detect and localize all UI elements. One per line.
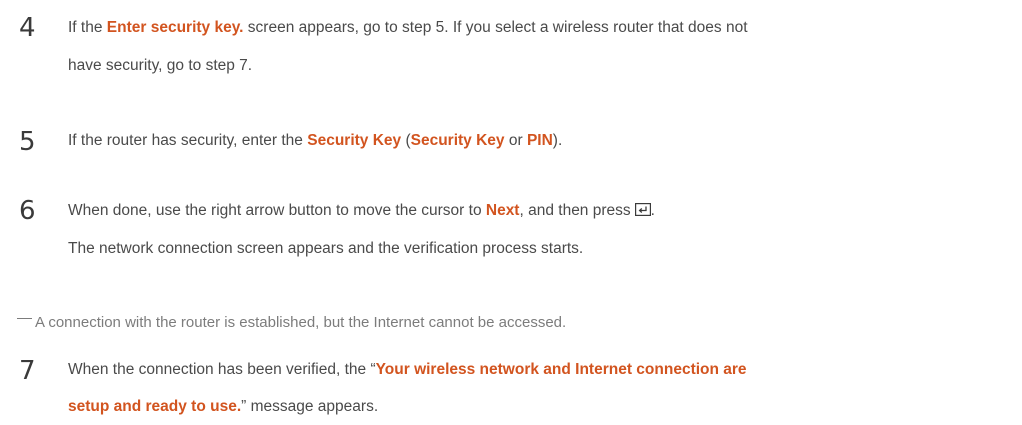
highlight-term: Next xyxy=(485,202,520,219)
note-text: A connection with the router is establis… xyxy=(35,314,567,331)
step-text-line: If the router has security, enter the Se… xyxy=(68,131,562,151)
step-text-line: If the Enter security key. screen appear… xyxy=(68,18,748,38)
text-run: . xyxy=(650,202,655,219)
text-run: screen appears, go to step 5. If you sel… xyxy=(243,19,748,36)
note: A connection with the router is establis… xyxy=(17,313,566,333)
highlight-term: Enter security key. xyxy=(106,19,244,36)
text-run: If the router has security, enter the xyxy=(68,132,308,149)
text-run: If the xyxy=(68,19,107,36)
note-dash-icon xyxy=(17,318,32,319)
highlight-term: PIN xyxy=(526,132,553,149)
step-text-line: The network connection screen appears an… xyxy=(68,240,584,257)
step-text-line: setup and ready to use.” message appears… xyxy=(68,397,378,417)
enter-key-icon xyxy=(634,202,651,217)
text-run: ” message appears. xyxy=(241,398,379,415)
step-number: 6 xyxy=(19,196,36,226)
text-run: When done, use the right arrow button to… xyxy=(68,202,486,219)
highlight-term: Security Key xyxy=(410,132,505,149)
text-run: , and then press xyxy=(519,202,631,219)
step-text-line: When the connection has been verified, t… xyxy=(68,360,747,380)
step-number: 7 xyxy=(19,356,36,386)
step-number: 5 xyxy=(19,127,36,157)
text-run: ). xyxy=(552,132,563,149)
text-run: When the connection has been verified, t… xyxy=(68,361,376,378)
highlight-term: Your wireless network and Internet conne… xyxy=(375,361,747,378)
highlight-term: setup and ready to use. xyxy=(68,398,242,415)
step-number: 4 xyxy=(19,13,36,43)
highlight-term: Security Key xyxy=(307,132,402,149)
text-run: or xyxy=(504,132,527,149)
step-text-line: have security, go to step 7. xyxy=(68,57,253,74)
text-run: ( xyxy=(401,132,411,149)
step-text-line: When done, use the right arrow button to… xyxy=(68,201,655,221)
